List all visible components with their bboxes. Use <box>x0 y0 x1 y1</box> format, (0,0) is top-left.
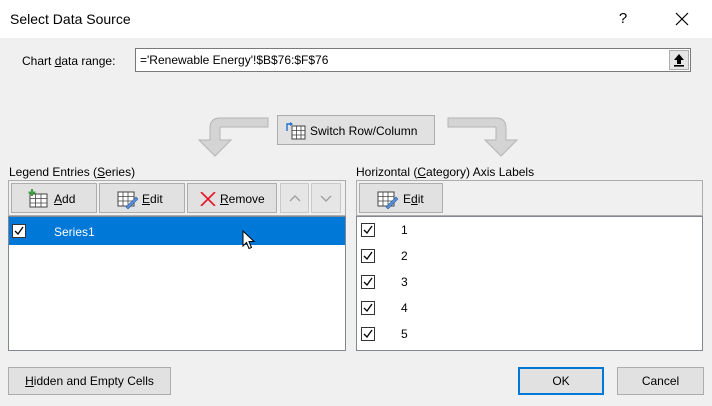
edit-table-icon <box>377 191 398 209</box>
checkmark-icon <box>363 329 373 339</box>
checkmark-icon <box>363 251 373 261</box>
checkmark-icon <box>363 277 373 287</box>
remove-series-label: Remove <box>220 192 265 206</box>
axis-label-text: 3 <box>401 275 408 289</box>
edit-series-label: Edit <box>142 192 163 206</box>
axis-label-checkbox[interactable] <box>361 301 375 315</box>
series-row[interactable]: Series1 <box>9 217 345 250</box>
axis-label-item[interactable]: 3 <box>357 269 700 295</box>
axis-label-text: 1 <box>401 223 408 237</box>
axis-label-item[interactable]: 5 <box>357 321 700 347</box>
axis-label-text: 4 <box>401 301 408 315</box>
series1-label: Series1 <box>54 225 95 239</box>
dialog-title: Select Data Source <box>10 11 131 27</box>
axis-label-item[interactable]: 1 <box>357 217 700 243</box>
axis-labels-label: Horizontal (Category) Axis Labels <box>356 165 535 179</box>
checkmark-icon <box>363 225 373 235</box>
axis-label-checkbox[interactable] <box>361 275 375 289</box>
edit-table-icon <box>117 191 138 209</box>
axis-labels-list: 1 2 3 4 5 <box>356 216 703 351</box>
switch-right-arrow-icon <box>447 117 519 157</box>
add-series-label: Add <box>54 192 76 206</box>
help-button[interactable]: ? <box>608 6 638 32</box>
chart-data-range-value: ='Renewable Energy'!$B$76:$F$76 <box>140 53 329 67</box>
checkmark-icon <box>14 226 24 236</box>
edit-axis-labels-button[interactable]: Edit <box>359 183 443 213</box>
remove-series-button[interactable]: Remove <box>187 183 277 213</box>
hidden-empty-cells-button[interactable]: Hidden and Empty Cells <box>8 367 171 395</box>
move-up-button[interactable] <box>280 183 309 213</box>
mouse-cursor-icon <box>242 230 256 250</box>
collapse-range-button[interactable] <box>669 50 689 70</box>
series1-checkbox[interactable] <box>12 224 26 238</box>
close-icon <box>675 12 689 26</box>
axis-label-text: 5 <box>401 327 408 341</box>
close-button[interactable] <box>664 6 700 32</box>
chart-data-range-label: Chart data range: <box>22 54 116 68</box>
switch-row-column-button[interactable]: Switch Row/Column <box>277 115 435 145</box>
chevron-down-icon <box>320 195 332 202</box>
cancel-button[interactable]: Cancel <box>617 367 704 395</box>
legend-toolbar: Add Edit Remove <box>8 180 346 216</box>
chevron-up-icon <box>289 195 301 202</box>
axis-label-text: 2 <box>401 249 408 263</box>
axis-label-item[interactable]: 4 <box>357 295 700 321</box>
checkmark-icon <box>363 303 373 313</box>
add-series-button[interactable]: Add <box>11 183 97 213</box>
axis-label-item[interactable]: 2 <box>357 243 700 269</box>
axis-label-checkbox[interactable] <box>361 249 375 263</box>
axis-label-checkbox[interactable] <box>361 223 375 237</box>
switch-row-column-label: Switch Row/Column <box>310 124 418 138</box>
series-list: Series1 <box>8 216 346 351</box>
edit-series-button[interactable]: Edit <box>99 183 185 213</box>
chart-data-range-input[interactable]: ='Renewable Energy'!$B$76:$F$76 <box>135 48 691 72</box>
edit-axis-labels-label: Edit <box>403 192 424 206</box>
add-table-icon <box>28 189 48 208</box>
axis-toolbar: Edit <box>356 180 703 216</box>
switch-row-column-icon <box>286 122 306 140</box>
switch-left-arrow-icon <box>197 117 269 157</box>
title-bar: Select Data Source ? <box>0 0 712 38</box>
axis-label-checkbox[interactable] <box>361 327 375 341</box>
ok-button[interactable]: OK <box>518 367 604 395</box>
remove-x-icon <box>200 192 216 206</box>
move-down-button[interactable] <box>311 183 341 213</box>
upload-arrow-icon <box>674 54 684 67</box>
legend-entries-label: Legend Entries (Series) <box>9 165 136 179</box>
